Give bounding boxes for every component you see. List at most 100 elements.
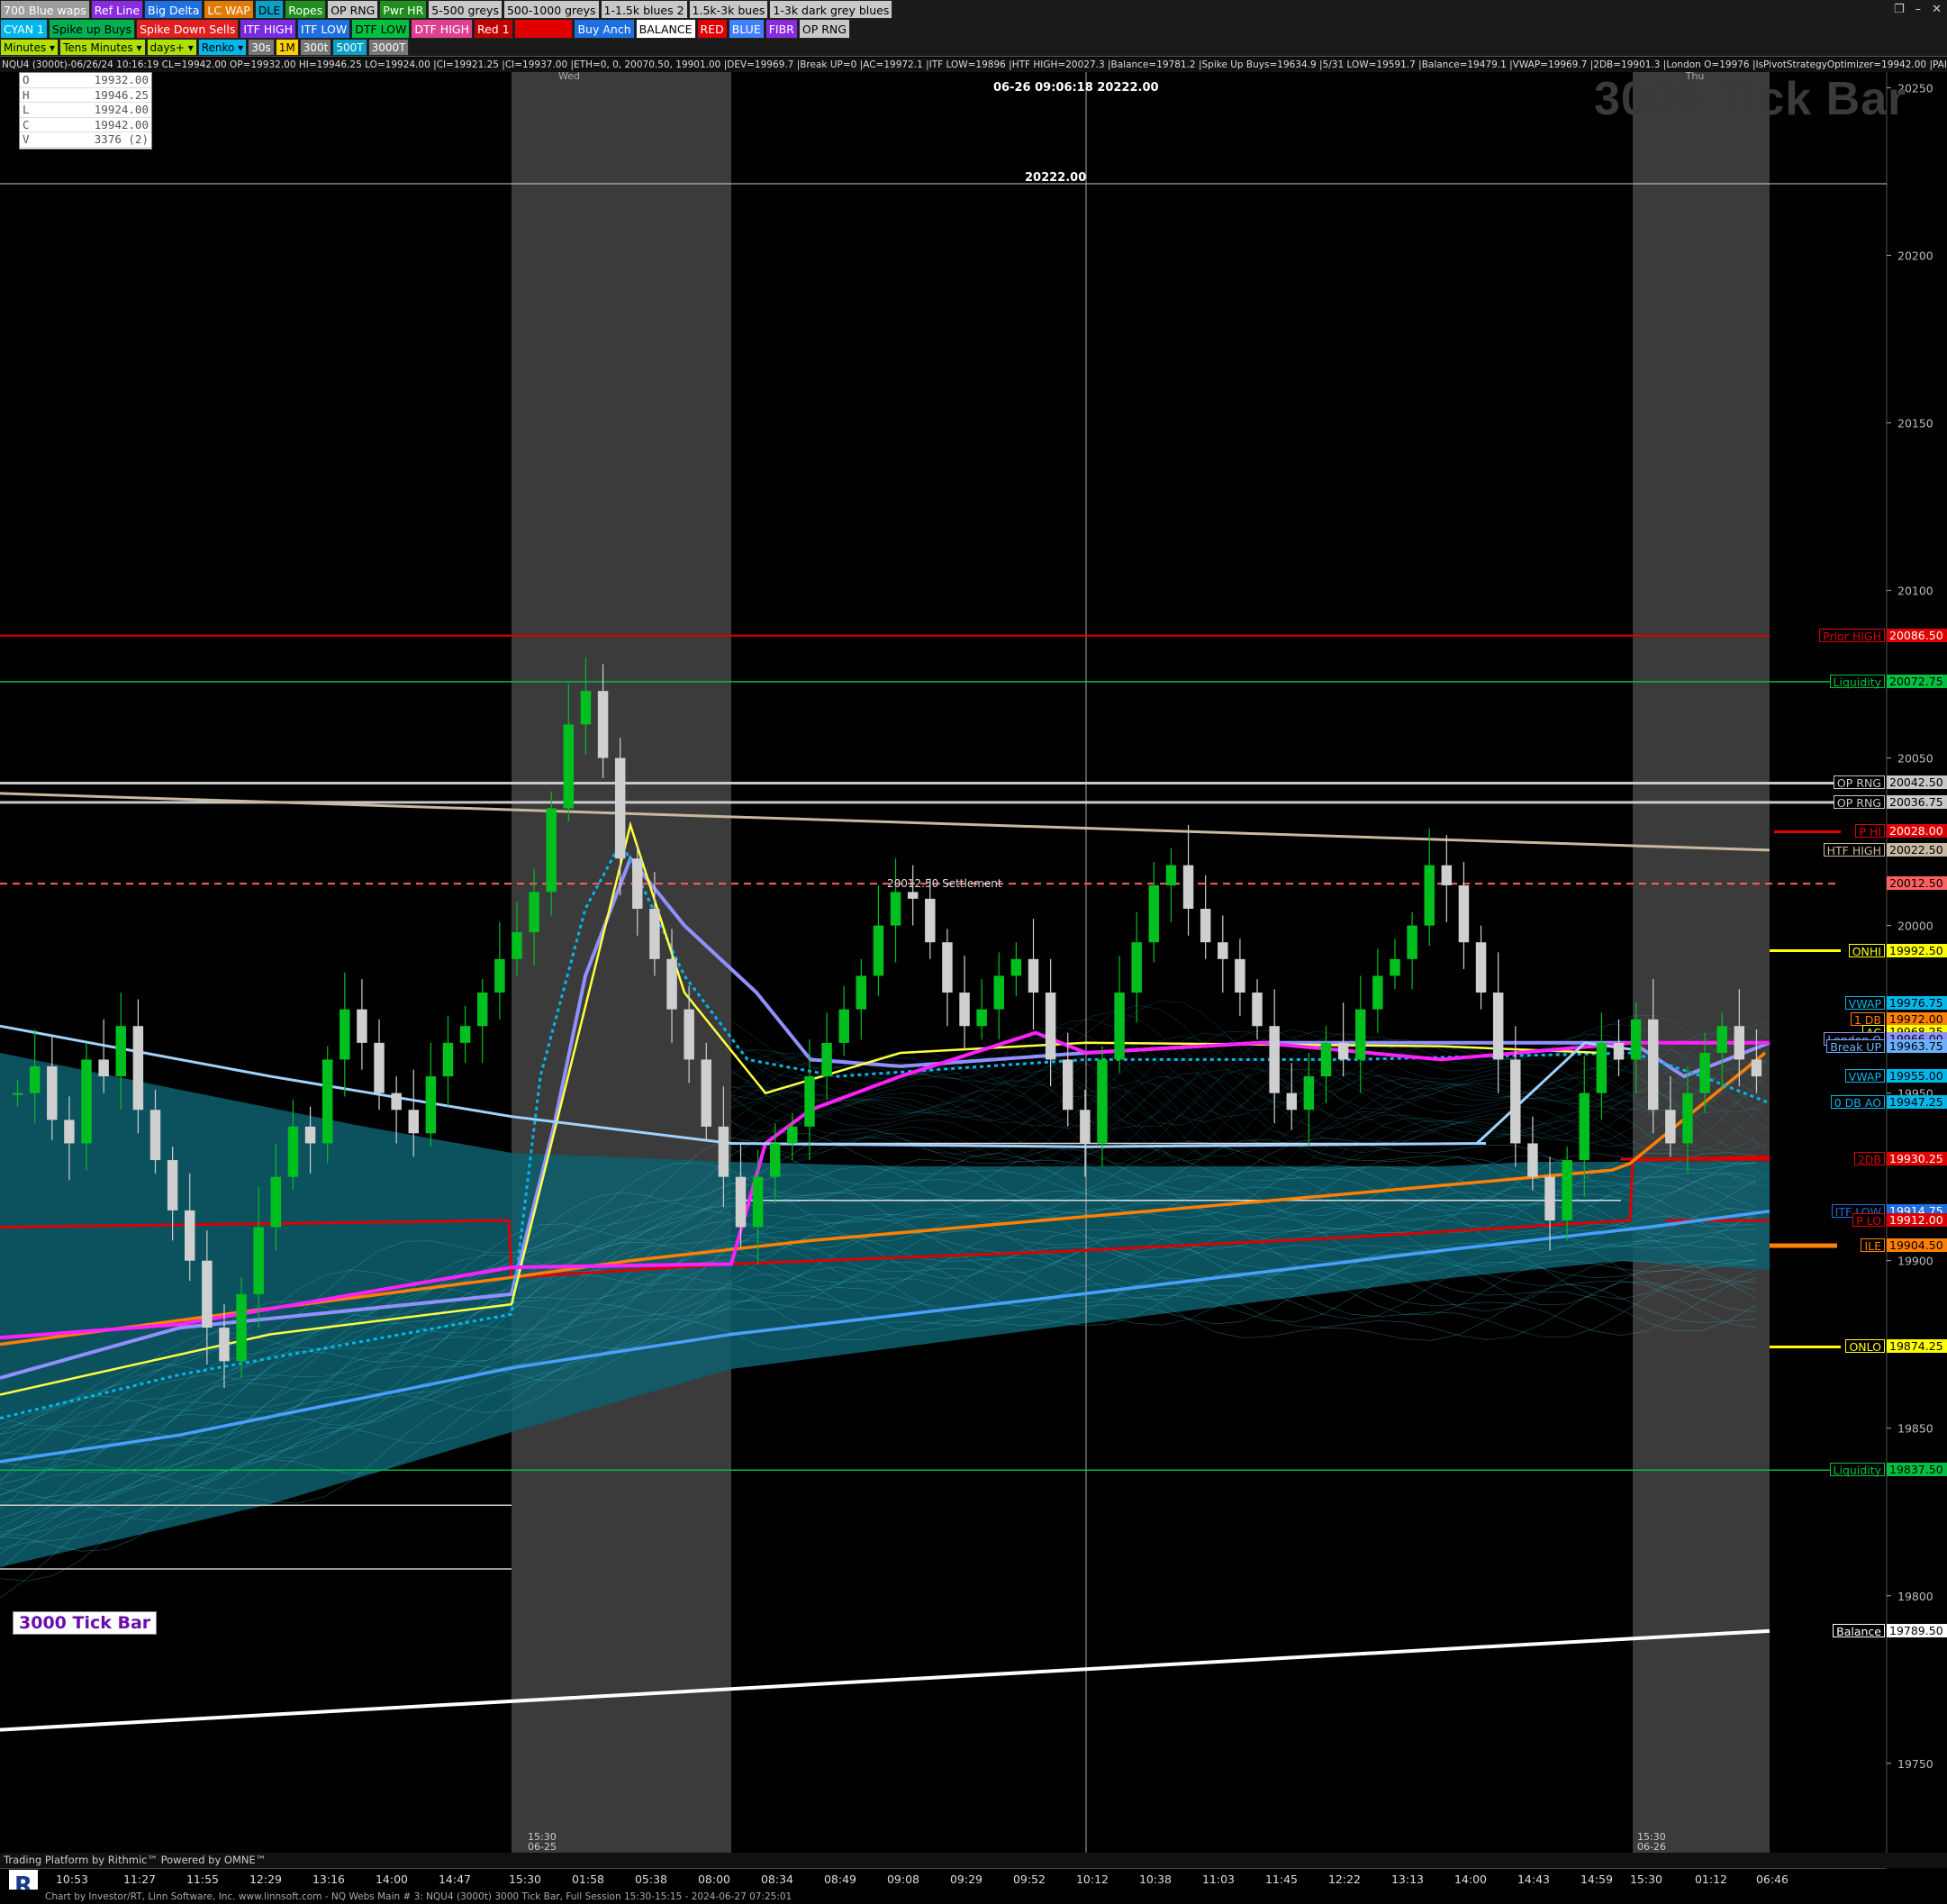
toolbar-button-dtf-high[interactable]: DTF HIGH [411,19,473,39]
ohlc-key: L [23,103,30,117]
toolbar-button-spike-down-sells[interactable]: Spike Down Sells [136,19,240,39]
candle-body [580,691,592,725]
level-name-label: OP RNG [1833,775,1885,790]
level-price-label: 19789.50 [1887,1623,1947,1637]
candle-body [1441,865,1453,885]
toolbar-button-1-1-5k-blues-2[interactable]: 1-1.5k blues 2 [600,0,688,19]
candle-body [787,1126,798,1144]
candle-body [185,1210,195,1261]
ohlc-row: C 19942.00 [20,118,151,133]
platform-bar: Trading Platform by Rithmic™ Powered by … [0,1853,1947,1868]
toolbar-button-red-1[interactable]: Red 1 [473,19,513,39]
close-icon[interactable]: ✕ [1932,0,1942,19]
level-price-label: 20012.50 [1887,876,1947,891]
day-label: Wed [558,72,580,82]
toolbar-button-cyan-1[interactable]: CYAN 1 [0,19,49,39]
toolbar-button-balance[interactable]: BALANCE [635,19,696,39]
candle-body [236,1293,247,1362]
toolbar-button-1m[interactable]: 1M [275,39,299,56]
session-shade [512,72,731,1853]
candle-body [925,898,936,943]
toolbar-button-1-3k-dark-grey-blues[interactable]: 1-3k dark grey blues [769,0,893,19]
toolbar-button-spike-up-buys[interactable]: Spike up Buys [49,19,136,39]
candle-body [47,1065,58,1120]
level-price-label: 20086.50 [1887,628,1947,642]
toolbar-button-tens-minutes[interactable]: Tens Minutes ▾ [59,39,146,56]
toolbar-button-red[interactable]: RED [696,19,728,39]
price-tick-label: 19750 [1897,1757,1933,1771]
price-tick-label: 19850 [1897,1422,1933,1436]
toolbar-button-5-500-greys[interactable]: 5-500 greys [428,0,503,19]
toolbar-button-renko[interactable]: Renko ▾ [197,39,248,56]
toolbar-button-days-[interactable]: days+ ▾ [146,39,197,56]
candle-body [614,757,626,859]
candle-body [1063,1059,1073,1111]
level-price-label: 20036.75 [1887,794,1947,809]
price-tick-label: 20100 [1897,585,1933,598]
toolbar-button-dle[interactable]: DLE [254,0,285,19]
candle-body [1252,993,1263,1027]
level-name-label: OP RNG [1833,794,1885,810]
time-tick-label: 01:58 [571,1872,605,1886]
candle-body [1734,1026,1745,1060]
toolbar-button-ropes[interactable]: Ropes [285,0,327,19]
restore-icon[interactable]: ❐ [1894,0,1905,19]
candle-body [477,993,488,1027]
time-tick-label: 11:03 [1201,1872,1236,1886]
candle-body [1235,958,1245,993]
candle-body [374,1042,385,1093]
time-tick-label: 14:59 [1580,1872,1614,1886]
level-name-label: P LO [1852,1213,1885,1228]
time-tick-label: 14:47 [438,1872,472,1886]
candle-body [1475,942,1487,993]
candle-body [357,1009,367,1043]
time-tick-label: 10:12 [1075,1872,1109,1886]
toolbar-button-itf-low[interactable]: ITF LOW [297,19,351,39]
toolbar-button-op-rng[interactable]: OP RNG [327,0,379,19]
price-chart[interactable]: Wed Thu20012.50 Settlement202502020020150… [0,72,1947,1853]
toolbar-button-minutes[interactable]: Minutes ▾ [0,39,59,56]
time-axis[interactable]: 10:53 11:27 11:55 12:29 13:16 14:00 14:47 15:30… [0,1868,1887,1890]
toolbar-button-500t[interactable]: 500T [332,39,367,56]
candle-body [942,942,953,993]
toolbar-button-1-5k-3k-bues[interactable]: 1.5k-3k bues [688,0,769,19]
ohlc-key: C [23,117,30,131]
level-price-label: 19972.00 [1887,1011,1947,1026]
time-tick-label: 10:53 [55,1872,89,1886]
level-name-label: 2DB [1853,1152,1885,1166]
toolbar-button-ref-line[interactable]: Ref Line [90,0,144,19]
candle-body [1165,865,1177,885]
price-axis[interactable] [1887,72,1947,1853]
toolbar-button-30s[interactable]: 30s [248,39,275,56]
level-name-label: ONHI [1848,943,1885,958]
candle-body [597,691,609,758]
candle-body [270,1176,282,1228]
candle-body [1182,865,1194,910]
toolbar-button-big-delta[interactable]: Big Delta [144,0,204,19]
level-name-label: P HI [1855,824,1885,839]
toolbar-button-500-1000-greys[interactable]: 500-1000 greys [503,0,600,19]
candle-body [1390,958,1400,976]
toolbar-button-sell-anch[interactable]: Sell Anch [513,19,574,39]
toolbar-button-dtf-low[interactable]: DTF LOW [351,19,411,39]
toolbar-button-blue[interactable]: BLUE [728,19,765,39]
time-tick-label: 06:46 [1755,1872,1789,1886]
candle-body [993,975,1004,1010]
toolbar-button-buy-anch[interactable]: Buy Anch [574,19,635,39]
toolbar-button-300t[interactable]: 300t [299,39,332,56]
toolbar-button-op-rng[interactable]: OP RNG [798,19,850,39]
mesh-line [730,1059,1768,1165]
toolbar-button-fibr[interactable]: FIBR [765,19,798,39]
balance-line [0,1628,1770,1732]
toolbar-button-pwr-hr[interactable]: Pwr HR [379,0,428,19]
toolbar-button-lc-wap[interactable]: LC WAP [204,0,254,19]
candle-body [718,1126,729,1177]
mesh-line [730,1001,1768,1102]
toolbar-button-3000t[interactable]: 3000T [367,39,410,56]
session-date: 06-25 [528,1841,557,1853]
toolbar-button-700-blue-waps[interactable]: 700 Blue waps [0,0,90,19]
candle-body [1097,1059,1108,1144]
minimize-icon[interactable]: – [1915,0,1922,19]
candle-body [1114,993,1125,1060]
toolbar-button-itf-high[interactable]: ITF HIGH [240,19,297,39]
